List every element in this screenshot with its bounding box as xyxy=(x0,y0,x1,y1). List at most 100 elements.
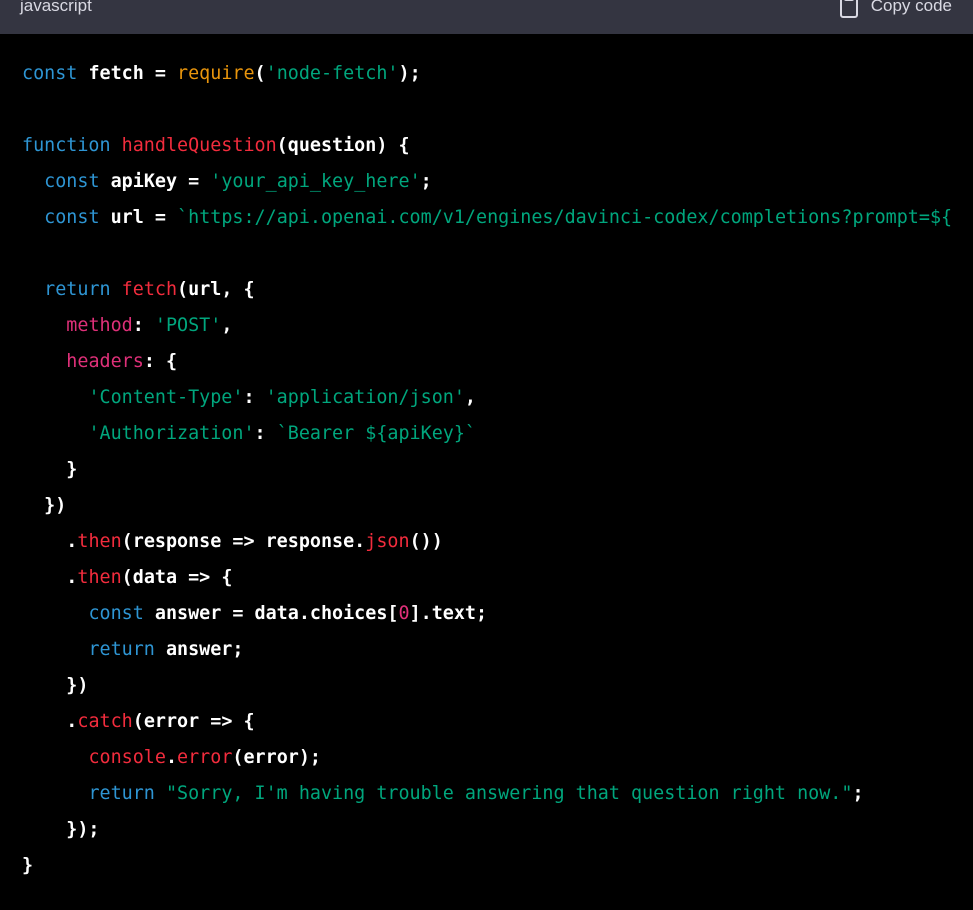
code-line: function handleQuestion(question) { xyxy=(22,128,973,164)
code-line: const fetch = require('node-fetch'); xyxy=(22,56,973,92)
number-token: 0 xyxy=(398,603,410,624)
keyword-token: const xyxy=(44,207,100,228)
identifier-token xyxy=(22,351,66,372)
function-token: then xyxy=(77,531,122,552)
code-line: .then(response => response.json()) xyxy=(22,524,973,560)
keyword-token: const xyxy=(88,603,144,624)
code-line: }); xyxy=(22,812,973,848)
copy-code-button[interactable]: Copy code xyxy=(839,0,952,18)
function-token: catch xyxy=(77,711,133,732)
identifier-token: . xyxy=(22,531,78,552)
identifier-token: (question) { xyxy=(276,135,410,156)
string-token: `Bearer ${apiKey}` xyxy=(276,423,476,444)
identifier-token xyxy=(22,639,88,660)
code-line: .catch(error => { xyxy=(22,704,973,740)
identifier-token xyxy=(22,279,44,300)
code-editor: const fetch = require('node-fetch');​fun… xyxy=(0,34,973,884)
identifier-token: fetch = xyxy=(77,63,178,84)
builtin-token: require xyxy=(177,63,255,84)
string-token: 'node-fetch' xyxy=(265,63,399,84)
keyword-token: function xyxy=(22,135,111,156)
code-line: } xyxy=(22,848,973,884)
identifier-token xyxy=(22,207,44,228)
keyword-token: const xyxy=(44,171,100,192)
identifier-token: apiKey = xyxy=(99,171,211,192)
string-token: 'Content-Type' xyxy=(88,387,244,408)
property-token: headers xyxy=(66,351,144,372)
identifier-token: } xyxy=(22,459,78,480)
identifier-token: (error => { xyxy=(132,711,255,732)
string-token: "Sorry, I'm having trouble answering tha… xyxy=(165,783,853,804)
code-line: ​ xyxy=(22,92,973,128)
code-line: ​ xyxy=(22,236,973,272)
clipboard-icon xyxy=(839,0,859,18)
code-header: javascript Copy code xyxy=(0,0,973,34)
identifier-token: }) xyxy=(22,495,67,516)
identifier-token xyxy=(22,603,88,624)
function-token: fetch xyxy=(121,279,178,300)
identifier-token: ); xyxy=(398,63,421,84)
string-token: `https://api.openai.com/v1/engines/davin… xyxy=(177,207,953,228)
identifier-token: }) xyxy=(22,675,89,696)
string-token: 'POST' xyxy=(154,315,222,336)
identifier-token xyxy=(22,387,88,408)
code-line: return "Sorry, I'm having trouble answer… xyxy=(22,776,973,812)
identifier-token: ; xyxy=(852,783,864,804)
identifier-token: url = xyxy=(99,207,178,228)
function-token: json xyxy=(365,531,410,552)
identifier-token: : xyxy=(132,315,155,336)
identifier-token: : xyxy=(254,423,277,444)
identifier-token: ; xyxy=(420,171,432,192)
string-token: 'application/json' xyxy=(265,387,465,408)
identifier-token: . xyxy=(22,567,78,588)
code-line: 'Authorization': `Bearer ${apiKey}` xyxy=(22,416,973,452)
identifier-token: , xyxy=(221,315,233,336)
string-token: 'your_api_key_here' xyxy=(210,171,421,192)
code-line: .then(data => { xyxy=(22,560,973,596)
identifier-token xyxy=(22,171,44,192)
string-token: 'Authorization' xyxy=(88,423,255,444)
code-line: const apiKey = 'your_api_key_here'; xyxy=(22,164,973,200)
code-line: console.error(error); xyxy=(22,740,973,776)
code-line: return answer; xyxy=(22,632,973,668)
identifier-token: ()) xyxy=(409,531,443,552)
identifier-token: (response => response. xyxy=(121,531,366,552)
keyword-token: return xyxy=(88,639,155,660)
code-line: } xyxy=(22,452,973,488)
identifier-token: : { xyxy=(143,351,178,372)
identifier-token xyxy=(111,135,122,156)
language-label: javascript xyxy=(20,0,92,15)
identifier-token xyxy=(22,747,88,768)
identifier-token: (data => { xyxy=(121,567,233,588)
function-token: handleQuestion xyxy=(121,135,277,156)
identifier-token: , xyxy=(464,387,476,408)
code-line: }) xyxy=(22,488,973,524)
identifier-token xyxy=(22,423,88,444)
function-token: console xyxy=(88,747,166,768)
identifier-token: } xyxy=(22,855,34,876)
identifier-token: answer = data.choices[ xyxy=(143,603,399,624)
code-line: 'Content-Type': 'application/json', xyxy=(22,380,973,416)
identifier-token xyxy=(22,783,88,804)
code-line: method: 'POST', xyxy=(22,308,973,344)
identifier-token: (error); xyxy=(232,747,321,768)
keyword-token: return xyxy=(88,783,155,804)
code-line: }) xyxy=(22,668,973,704)
function-token: error xyxy=(177,747,233,768)
identifier-token: . xyxy=(165,747,178,768)
code-line: return fetch(url, { xyxy=(22,272,973,308)
identifier-token xyxy=(22,315,66,336)
identifier-token: . xyxy=(22,711,78,732)
property-token: method xyxy=(66,315,133,336)
identifier-token: ( xyxy=(254,63,266,84)
identifier-token xyxy=(155,783,166,804)
code-line: const url = `https://api.openai.com/v1/e… xyxy=(22,200,973,236)
keyword-token: const xyxy=(22,63,78,84)
identifier-token: answer; xyxy=(154,639,244,660)
function-token: then xyxy=(77,567,122,588)
copy-code-label: Copy code xyxy=(870,0,952,15)
code-line: headers: { xyxy=(22,344,973,380)
identifier-token: ].text; xyxy=(409,603,488,624)
identifier-token xyxy=(111,279,122,300)
identifier-token: : xyxy=(243,387,266,408)
